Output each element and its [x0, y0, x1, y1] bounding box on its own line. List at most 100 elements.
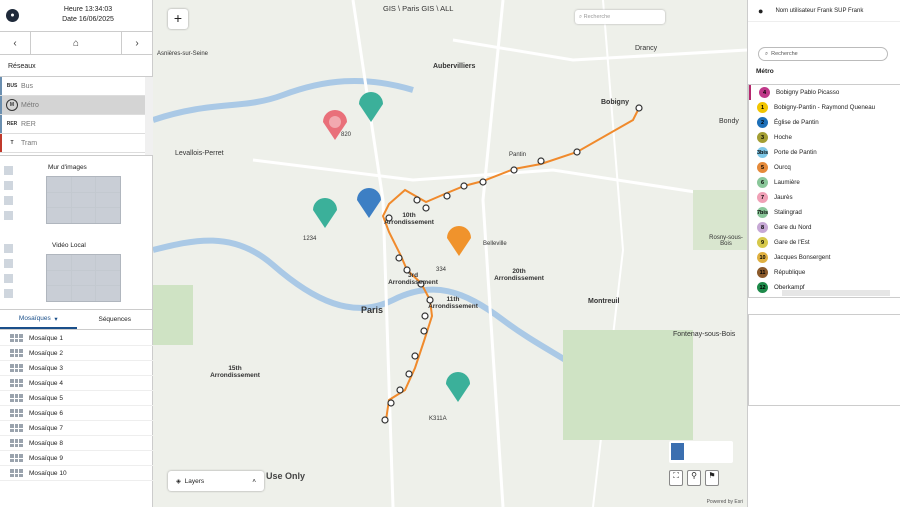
layout-icon[interactable]: [4, 244, 13, 253]
map-pin-accessible[interactable]: [446, 372, 470, 402]
map-search-input[interactable]: ⌕ Recherche: [575, 10, 665, 24]
local-video-grid[interactable]: [46, 254, 121, 302]
layers-button[interactable]: ◈ Layers ˄: [168, 471, 264, 491]
mosaic-label: Mosaïque 2: [29, 349, 63, 357]
map-tool-button[interactable]: ⛶: [669, 470, 683, 486]
line-badge: 6: [757, 177, 768, 188]
network-item-bus[interactable]: BUS Bus: [0, 77, 153, 96]
layout-icon[interactable]: [4, 196, 13, 205]
zoom-in-button[interactable]: +: [168, 9, 188, 29]
layout-icon[interactable]: [4, 211, 13, 220]
station-item[interactable]: 4 Bobigny Pablo Picasso: [749, 85, 900, 100]
line-badge: 4: [759, 87, 770, 98]
station-item[interactable]: 5 Ourcq: [749, 160, 900, 175]
mosaic-label: Mosaïque 7: [29, 424, 63, 432]
network-scrollbar[interactable]: [145, 77, 153, 155]
date-text: Date 16/06/2025: [62, 16, 114, 23]
station-item[interactable]: 8 Gare du Nord: [749, 220, 900, 235]
mosaic-item[interactable]: Mosaïque 9: [0, 451, 153, 466]
mosaic-icon: [10, 424, 23, 432]
mosaic-item[interactable]: Mosaïque 5: [0, 391, 153, 406]
station-item[interactable]: 10 Jacques Bonsergent: [749, 250, 900, 265]
horizontal-scrollbar[interactable]: [782, 290, 890, 296]
line-badge: 3: [757, 132, 768, 143]
mosaic-item[interactable]: Mosaïque 2: [0, 346, 153, 361]
metro-search-input[interactable]: ⌕ Recherche: [758, 47, 888, 61]
layout-icon[interactable]: [4, 259, 13, 268]
place-label: Bobigny: [601, 99, 629, 106]
pin-button[interactable]: ⚑: [705, 470, 719, 486]
forward-button[interactable]: ›: [122, 32, 152, 54]
mosaic-item[interactable]: Mosaïque 10: [0, 466, 153, 481]
map-pin-accessible[interactable]: [447, 226, 471, 256]
metro-title: Métro: [756, 68, 774, 75]
chevron-up-icon: ˄: [252, 477, 256, 485]
map-pin-fire[interactable]: [357, 188, 381, 218]
layout-icon[interactable]: [4, 289, 13, 298]
station-label: Gare de l'Est: [774, 239, 810, 246]
search-placeholder: Recherche: [771, 51, 798, 57]
clock-header: ● Heure 13:34:03 Date 16/06/2025: [0, 0, 152, 32]
time-text: Heure 13:34:03: [63, 6, 113, 13]
place-label: Belleville: [483, 241, 507, 247]
station-item[interactable]: 7 Jaurès: [749, 190, 900, 205]
layout-icon[interactable]: [4, 166, 13, 175]
mosaic-label: Mosaïque 8: [29, 439, 63, 447]
datetime: Heure 13:34:03 Date 16/06/2025: [48, 5, 128, 25]
network-item-metro[interactable]: M Métro: [0, 96, 153, 115]
tab-sequences[interactable]: Séquences: [77, 310, 154, 329]
station-label: Porte de Pantin: [774, 149, 817, 156]
tab-mosaics[interactable]: Mosaïques ▾: [0, 310, 77, 329]
mosaic-item[interactable]: Mosaïque 6: [0, 406, 153, 421]
building-button[interactable]: [669, 441, 733, 463]
station-label: Église de Pantin: [774, 119, 819, 126]
map-title: GIS \ Paris GIS \ ALL: [383, 4, 454, 13]
pin-label: 334: [436, 267, 447, 273]
local-video: Vidéo Local: [0, 238, 153, 306]
map-view[interactable]: Aubervilliers Asnières-sur-Seine Drancy …: [153, 0, 747, 507]
mosaic-label: Mosaïque 9: [29, 454, 63, 462]
left-panel: ● Heure 13:34:03 Date 16/06/2025 ‹ ⌂ › R…: [0, 0, 153, 507]
network-item-rer[interactable]: RER RER: [0, 115, 153, 134]
home-icon: ⌂: [72, 37, 80, 49]
line-badge: 1: [757, 102, 768, 113]
mosaic-item[interactable]: Mosaïque 3: [0, 361, 153, 376]
mosaic-item[interactable]: Mosaïque 4: [0, 376, 153, 391]
rer-icon: RER: [6, 121, 18, 127]
network-label: RER: [21, 120, 36, 128]
back-button[interactable]: ‹: [0, 32, 30, 54]
station-item[interactable]: 11 République: [749, 265, 900, 280]
layout-icon[interactable]: [4, 274, 13, 283]
station-item[interactable]: 1 Bobigny-Pantin - Raymond Queneau: [749, 100, 900, 115]
station-item[interactable]: 2 Église de Pantin: [749, 115, 900, 130]
home-button[interactable]: ⌂: [30, 32, 122, 54]
station-item[interactable]: 9 Gare de l'Est: [749, 235, 900, 250]
mosaic-label: Mosaïque 6: [29, 409, 63, 417]
place-label: 11th Arrondissement: [428, 296, 478, 310]
tab-label: Mosaïques: [18, 315, 51, 322]
place-label: Fontenay-sous-Bois: [673, 331, 736, 338]
mosaic-item[interactable]: Mosaïque 1: [0, 331, 153, 346]
map-pin-accessible[interactable]: [313, 198, 337, 228]
mosaic-item[interactable]: Mosaïque 7: [0, 421, 153, 436]
user-header: ● Nom utilisateur Frank SUP Frank: [748, 0, 900, 22]
station-item[interactable]: 3bis Porte de Pantin: [749, 145, 900, 160]
user-name: Nom utilisateur Frank SUP Frank: [775, 7, 864, 14]
station-label: Stalingrad: [774, 209, 802, 216]
map-pin-accessible[interactable]: [359, 92, 383, 122]
layout-icon[interactable]: [4, 181, 13, 190]
image-wall: Mur d'images: [0, 160, 153, 228]
station-item[interactable]: 3 Hoche: [749, 130, 900, 145]
place-label: Bondy: [719, 118, 739, 125]
walk-button[interactable]: ⚲: [687, 470, 701, 486]
mosaic-item[interactable]: Mosaïque 8: [0, 436, 153, 451]
station-item[interactable]: 7bis Stalingrad: [749, 205, 900, 220]
station-item[interactable]: 6 Laumière: [749, 175, 900, 190]
user-icon: ●: [758, 5, 764, 16]
line-badge: 7: [757, 192, 768, 203]
line-badge: 10: [757, 252, 768, 263]
place-label: Drancy: [635, 45, 658, 52]
image-wall-grid[interactable]: [46, 176, 121, 224]
network-label: Tram: [21, 139, 38, 147]
network-item-tram[interactable]: T Tram: [0, 134, 153, 153]
